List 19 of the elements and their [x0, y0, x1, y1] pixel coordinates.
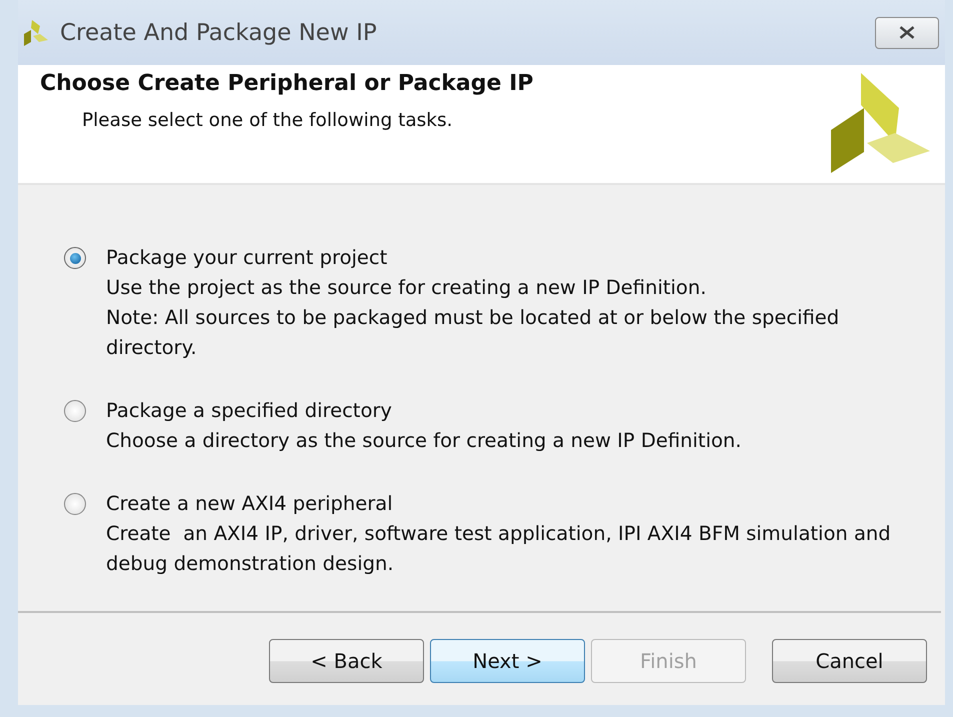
- page-title: Choose Create Peripheral or Package IP: [40, 71, 534, 96]
- page-subtitle: Please select one of the following tasks.: [82, 110, 454, 131]
- close-icon: [898, 26, 916, 39]
- option-label[interactable]: Package your current project: [106, 243, 906, 273]
- option-description: Create an AXI4 IP, driver, software test application, IPI AXI4 BFM simulation and debug demonstration design.: [106, 521, 892, 577]
- option-description: Note: All sources to be packaged must be located at or below the specified directory.: [106, 305, 840, 361]
- close-button[interactable]: [875, 16, 939, 48]
- option-description: Use the project as the source for creating a new IP Definition.: [106, 275, 708, 301]
- radio-button[interactable]: [64, 247, 86, 269]
- radio-button[interactable]: [64, 400, 86, 422]
- window-title: Create And Package New IP: [60, 20, 377, 46]
- radio-button[interactable]: [64, 493, 86, 515]
- wizard-button[interactable]: < Back: [269, 639, 424, 683]
- wizard-button[interactable]: Cancel: [772, 639, 927, 683]
- option-label[interactable]: Create a new AXI4 peripheral: [106, 489, 906, 519]
- logo-icon: [831, 73, 931, 173]
- wizard-button[interactable]: Next >: [430, 639, 585, 683]
- option-description: Choose a directory as the source for creating a new IP Definition.: [106, 428, 742, 454]
- option-label[interactable]: Package a specified directory: [106, 396, 742, 426]
